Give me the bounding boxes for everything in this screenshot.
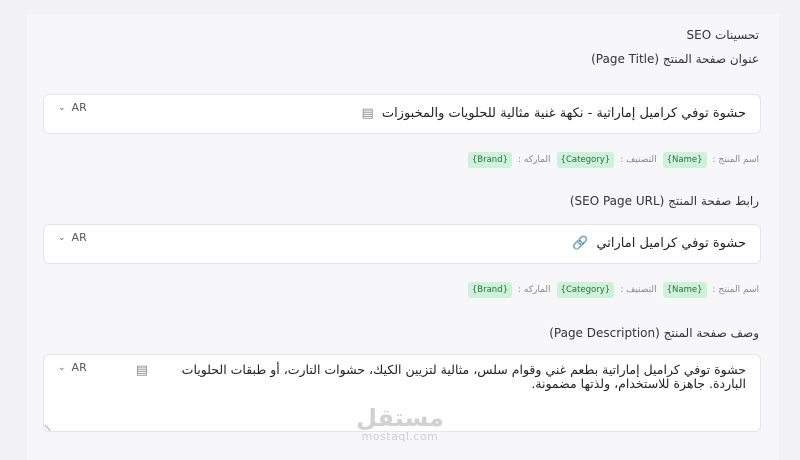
resize-handle[interactable]: [44, 418, 57, 432]
copy-icon: ▤: [361, 106, 374, 121]
tag-name-label: اسم المنتج :: [712, 285, 759, 295]
chevron-down-icon: ⌄: [58, 102, 66, 113]
page-url-label: رابط صفحة المنتج (SEO Page URL): [569, 194, 759, 208]
tag-brand-label: الماركه :: [518, 155, 551, 165]
tag-category-chip[interactable]: {Category}: [556, 152, 615, 168]
tag-brand-chip[interactable]: {Brand}: [467, 152, 512, 168]
page-title-label: عنوان صفحة المنتج (Page Title): [591, 52, 759, 66]
tag-name-label: اسم المنتج :: [712, 155, 759, 165]
tag-category-label: التصنيف :: [620, 285, 657, 295]
page-url-input[interactable]: حشوة توفي كراميل اماراتي: [596, 236, 746, 251]
lang-label: AR: [71, 101, 87, 114]
watermark-arabic: مستقل: [356, 404, 444, 432]
document-icon: ▤: [135, 363, 148, 378]
page-url-field[interactable]: ⌄ AR 🔗 حشوة توفي كراميل اماراتي: [43, 224, 761, 264]
chevron-down-icon: ⌄: [58, 232, 66, 243]
page-title-input[interactable]: حشوة توفي كراميل إماراتية - نكهة غنية مث…: [382, 106, 746, 121]
page-title-lang-selector[interactable]: ⌄ AR: [58, 101, 87, 114]
page-description-lang-selector[interactable]: ⌄ AR: [58, 361, 87, 374]
tag-brand-chip[interactable]: {Brand}: [467, 282, 512, 298]
lang-label: AR: [71, 231, 87, 244]
tag-category-label: التصنيف :: [620, 155, 657, 165]
page-url-lang-selector[interactable]: ⌄ AR: [58, 231, 87, 244]
watermark-latin: mostaql.com: [361, 430, 439, 443]
page-description-textarea[interactable]: حشوة توفي كراميل إماراتية بطعم غني وقوام…: [156, 363, 746, 391]
tag-name-chip[interactable]: {Name}: [662, 152, 707, 168]
url-tags-row: اسم المنتج : {Name} التصنيف : {Category}…: [467, 282, 759, 298]
page-title-field[interactable]: ⌄ AR ▤ حشوة توفي كراميل إماراتية - نكهة …: [43, 94, 761, 134]
lang-label: AR: [71, 361, 87, 374]
chevron-down-icon: ⌄: [58, 362, 66, 373]
tag-category-chip[interactable]: {Category}: [556, 282, 615, 298]
title-tags-row: اسم المنتج : {Name} التصنيف : {Category}…: [467, 152, 759, 168]
watermark-logo: مستقل mostaql.com: [352, 405, 448, 443]
tag-brand-label: الماركه :: [518, 285, 551, 295]
tag-name-chip[interactable]: {Name}: [662, 282, 707, 298]
page-description-label: وصف صفحة المنتج (Page Description): [549, 326, 759, 340]
section-title: تحسينات SEO: [686, 28, 759, 42]
link-icon: 🔗: [572, 236, 589, 251]
seo-card: تحسينات SEO عنوان صفحة المنتج (Page Titl…: [27, 14, 779, 460]
